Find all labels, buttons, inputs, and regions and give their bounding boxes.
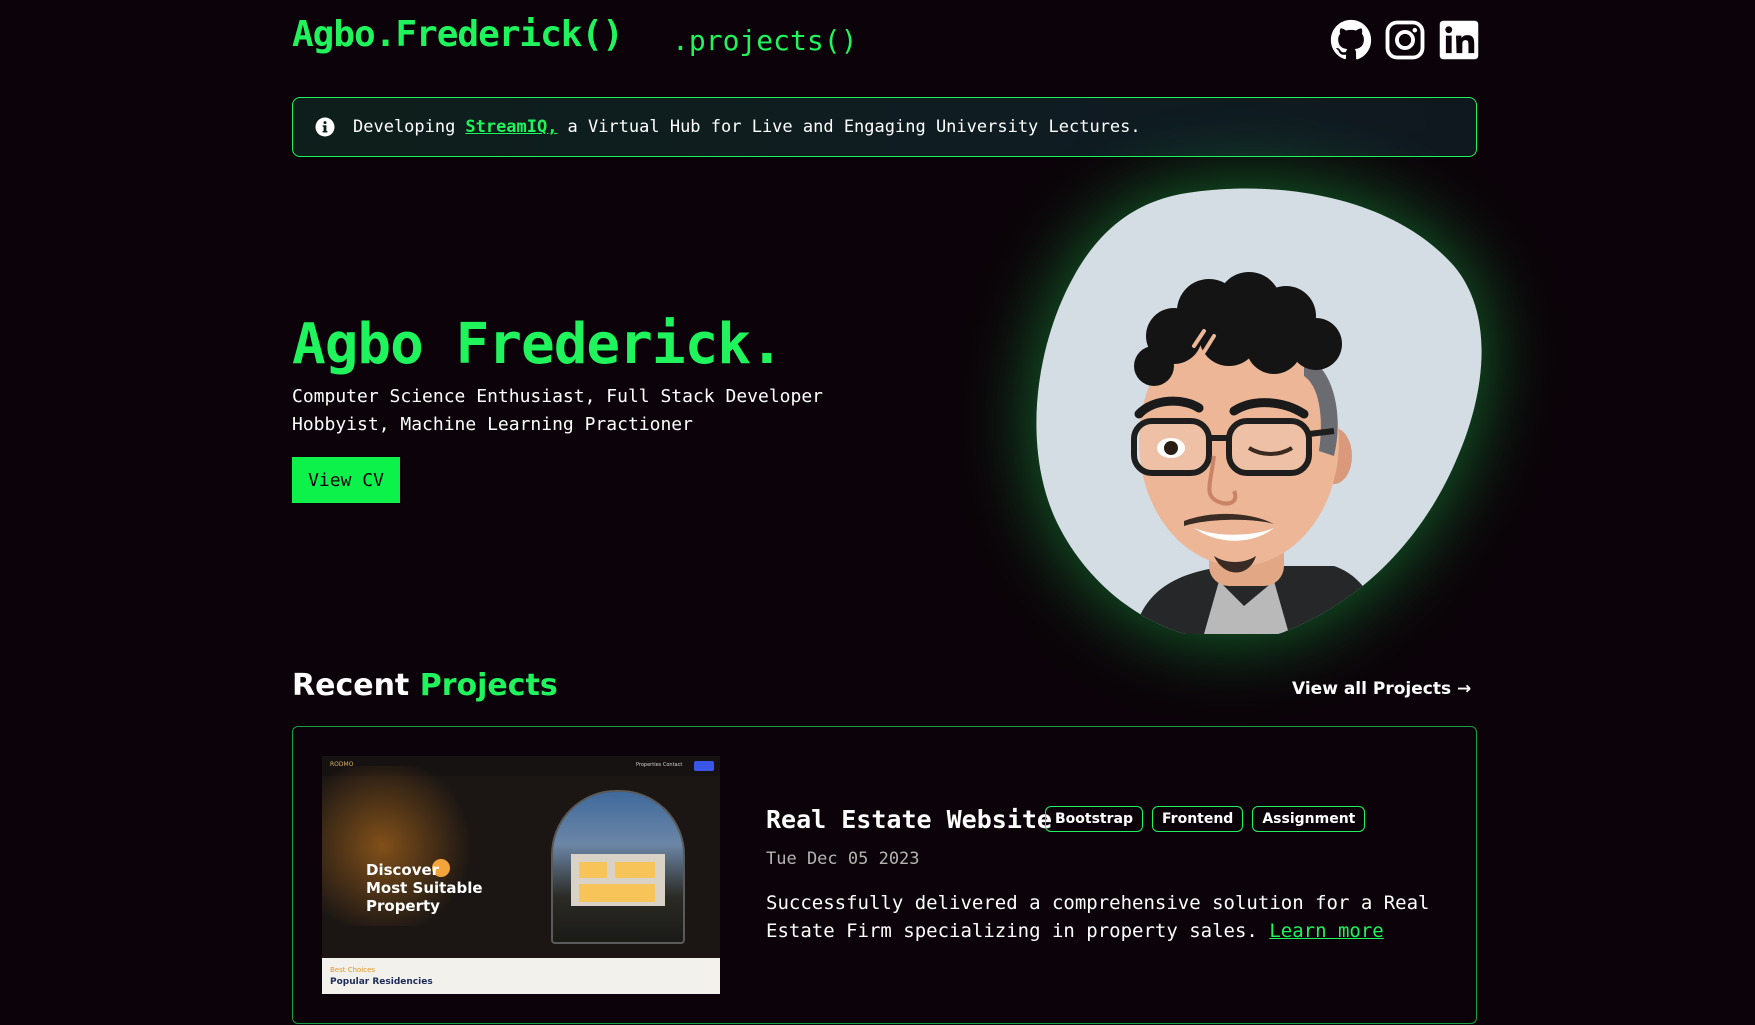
linkedin-link[interactable]: [1438, 19, 1480, 61]
hero-subtitle-line2: Hobbyist, Machine Learning Practioner: [292, 414, 693, 435]
instagram-link[interactable]: [1384, 19, 1426, 61]
github-link[interactable]: [1330, 19, 1372, 61]
recent-projects-title-white: Recent: [292, 668, 410, 703]
tag-assignment: Assignment: [1252, 806, 1366, 832]
recent-projects-title-green: Projects: [419, 668, 558, 703]
info-icon: [315, 117, 335, 137]
hero-subtitle-line1: Computer Science Enthusiast, Full Stack …: [292, 386, 824, 407]
project-title: Real Estate Website: [766, 805, 1052, 834]
learn-more-link[interactable]: Learn more: [1269, 920, 1383, 942]
nav-projects-link[interactable]: .projects(): [672, 24, 857, 57]
view-cv-button[interactable]: View CV: [292, 457, 400, 503]
banner-suffix: a Virtual Hub for Live and Engaging Univ…: [567, 117, 1141, 137]
thumbnail-house-image: [551, 790, 685, 944]
thumbnail-footer: Best Choices Popular Residencies: [322, 958, 720, 994]
instagram-icon: [1385, 20, 1425, 60]
recent-projects-title: Recent Projects: [292, 668, 558, 703]
tag-frontend: Frontend: [1152, 806, 1244, 832]
thumbnail-footer-small: Best Choices: [330, 966, 376, 974]
site-logo[interactable]: Agbo.Frederick(): [292, 14, 624, 55]
project-description: Successfully delivered a comprehensive s…: [766, 889, 1446, 945]
avatar: [1034, 186, 1482, 634]
project-thumbnail: RODMO Properties Contact Discover Most S…: [322, 756, 720, 994]
project-card[interactable]: RODMO Properties Contact Discover Most S…: [292, 726, 1477, 1024]
project-tags: Bootstrap Frontend Assignment: [1045, 806, 1366, 832]
avatar-illustration: [1036, 188, 1482, 634]
view-all-projects-link[interactable]: View all Projects →: [1292, 679, 1471, 699]
linkedin-icon: [1439, 20, 1479, 60]
hero-subtitle: Computer Science Enthusiast, Full Stack …: [292, 383, 892, 439]
thumbnail-footer-title: Popular Residencies: [330, 977, 433, 987]
hero-name: Agbo Frederick.: [292, 312, 784, 377]
announcement-banner: Developing StreamIQ, a Virtual Hub for L…: [292, 97, 1477, 157]
thumbnail-menu: Properties Contact: [636, 762, 683, 768]
house-shape: [571, 854, 665, 906]
streamiq-link[interactable]: StreamIQ,: [465, 117, 557, 137]
tag-bootstrap: Bootstrap: [1045, 806, 1143, 832]
thumbnail-button: [694, 761, 714, 771]
thumbnail-hero-text: Discover Most Suitable Property: [366, 861, 483, 915]
project-date: Tue Dec 05 2023: [766, 849, 920, 869]
banner-prefix: Developing: [353, 117, 456, 137]
github-icon: [1330, 19, 1372, 60]
